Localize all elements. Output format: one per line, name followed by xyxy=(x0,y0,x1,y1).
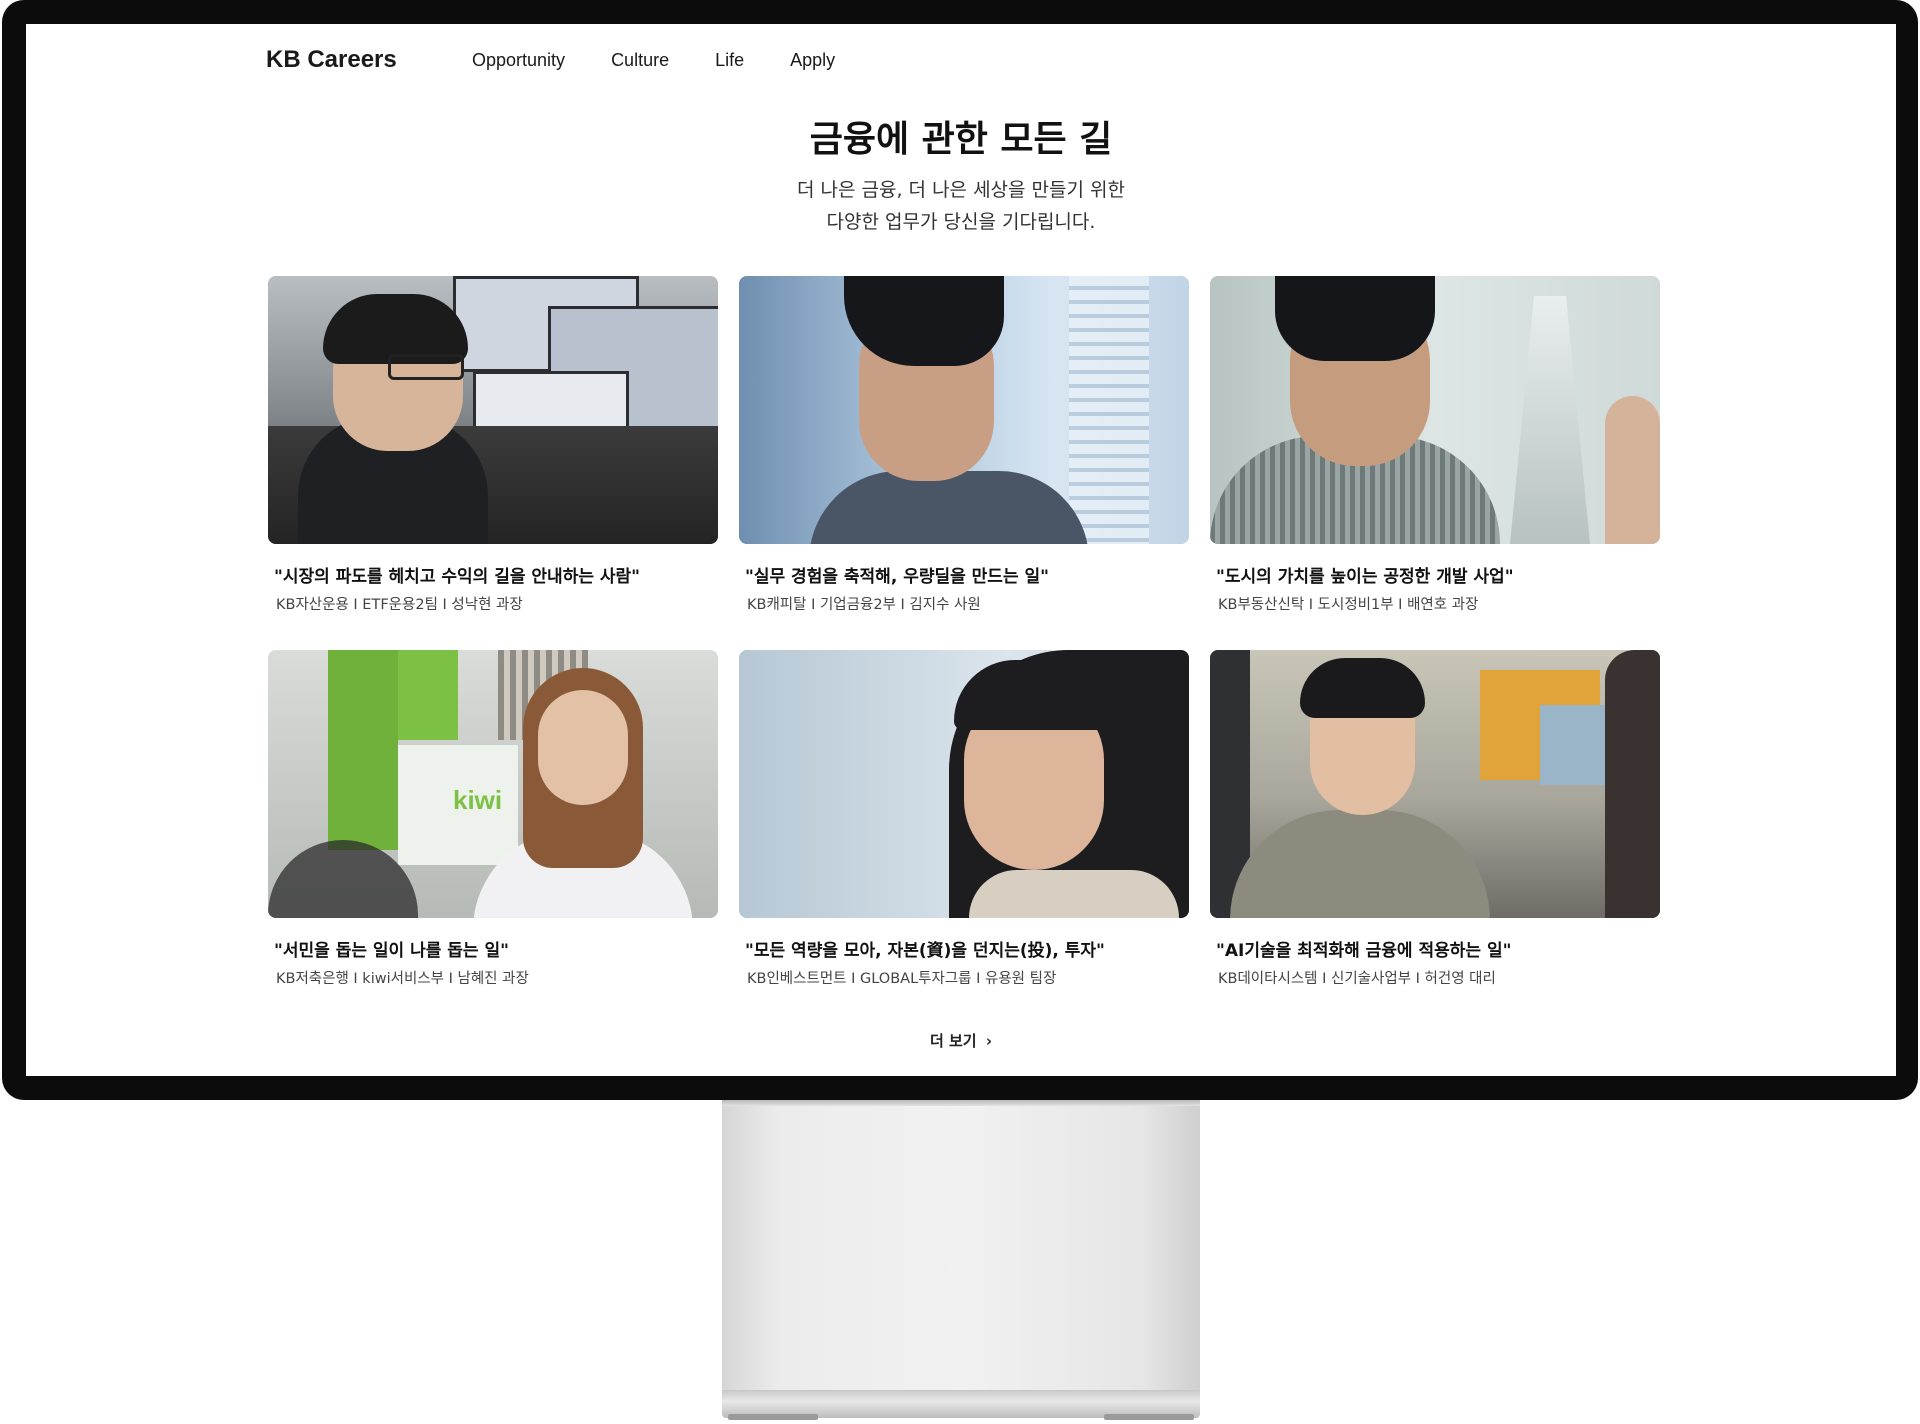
see-more-label: 더 보기 xyxy=(929,1032,977,1050)
nav-life[interactable]: Life xyxy=(715,50,744,71)
page-subtitle: 더 나은 금융, 더 나은 세상을 만들기 위한 다양한 업무가 당신을 기다립… xyxy=(26,174,1896,238)
main-nav: Opportunity Culture Life Apply xyxy=(472,50,835,71)
subtitle-line-1: 더 나은 금융, 더 나은 세상을 만들기 위한 xyxy=(797,179,1125,201)
story-photo-2 xyxy=(739,276,1189,544)
story-card-6[interactable]: "AI기술을 최적화해 금융에 적용하는 일" KB데이타시스템 I 신기술사업… xyxy=(1210,650,1660,988)
page-title: 금융에 관한 모든 길 xyxy=(809,119,1113,160)
story-card-5[interactable]: "모든 역량을 모아, 자본(資)을 던지는(投), 투자" KB인베스트먼트 … xyxy=(739,650,1189,988)
story-photo-4: kiwi xyxy=(268,650,718,918)
story-card-4[interactable]: kiwi "서민을 돕는 일이 나를 돕는 일" KB저축은행 I kiwi서비… xyxy=(268,650,718,988)
story-quote: "AI기술을 최적화해 금융에 적용하는 일" xyxy=(1216,941,1512,961)
story-meta: KB인베스트먼트 I GLOBAL투자그룹 I 유용원 팀장 xyxy=(747,971,1057,987)
story-photo-5 xyxy=(739,650,1189,918)
story-meta: KB데이타시스템 I 신기술사업부 I 허건영 대리 xyxy=(1218,971,1496,987)
story-meta: KB저축은행 I kiwi서비스부 I 남혜진 과장 xyxy=(276,971,529,987)
monitor-stand xyxy=(722,1100,1200,1390)
story-meta: KB부동산신탁 I 도시정비1부 I 배연호 과장 xyxy=(1218,597,1479,613)
stand-foot-right xyxy=(1104,1414,1194,1420)
nav-culture[interactable]: Culture xyxy=(611,50,669,71)
story-quote: "모든 역량을 모아, 자본(資)을 던지는(投), 투자" xyxy=(745,941,1105,961)
story-quote: "서민을 돕는 일이 나를 돕는 일" xyxy=(274,941,509,961)
story-quote: "도시의 가치를 높이는 공정한 개발 사업" xyxy=(1216,567,1514,587)
see-more-button[interactable]: 더 보기 › xyxy=(930,1032,992,1050)
chevron-right-icon: › xyxy=(985,1032,993,1050)
stand-foot-left xyxy=(728,1414,818,1420)
story-photo-6 xyxy=(1210,650,1660,918)
story-quote: "실무 경험을 축적해, 우량딜을 만드는 일" xyxy=(745,567,1050,587)
story-meta: KB캐피탈 I 기업금융2부 I 김지수 사원 xyxy=(747,597,981,613)
nav-opportunity[interactable]: Opportunity xyxy=(472,50,565,71)
story-photo-3 xyxy=(1210,276,1660,544)
story-card-2[interactable]: "실무 경험을 축적해, 우량딜을 만드는 일" KB캐피탈 I 기업금융2부 … xyxy=(739,276,1189,614)
browser-screen: KB Careers Opportunity Culture Life Appl… xyxy=(26,24,1896,1076)
see-more-row: 더 보기 › xyxy=(26,1030,1896,1051)
kiwi-sign-text: kiwi xyxy=(453,785,503,815)
story-card-3[interactable]: "도시의 가치를 높이는 공정한 개발 사업" KB부동산신탁 I 도시정비1부… xyxy=(1210,276,1660,614)
story-card-1[interactable]: "시장의 파도를 헤치고 수익의 길을 안내하는 사람" KB자산운용 I ET… xyxy=(268,276,718,614)
subtitle-line-2: 다양한 업무가 당신을 기다립니다. xyxy=(826,211,1096,233)
story-quote: "시장의 파도를 헤치고 수익의 길을 안내하는 사람" xyxy=(274,567,641,587)
nav-apply[interactable]: Apply xyxy=(790,50,835,71)
monitor-bezel: KB Careers Opportunity Culture Life Appl… xyxy=(2,0,1918,1100)
kb-careers-logo[interactable]: KB Careers xyxy=(266,46,397,74)
story-meta: KB자산운용 I ETF운용2팀 I 성낙현 과장 xyxy=(276,597,523,613)
story-photo-1 xyxy=(268,276,718,544)
